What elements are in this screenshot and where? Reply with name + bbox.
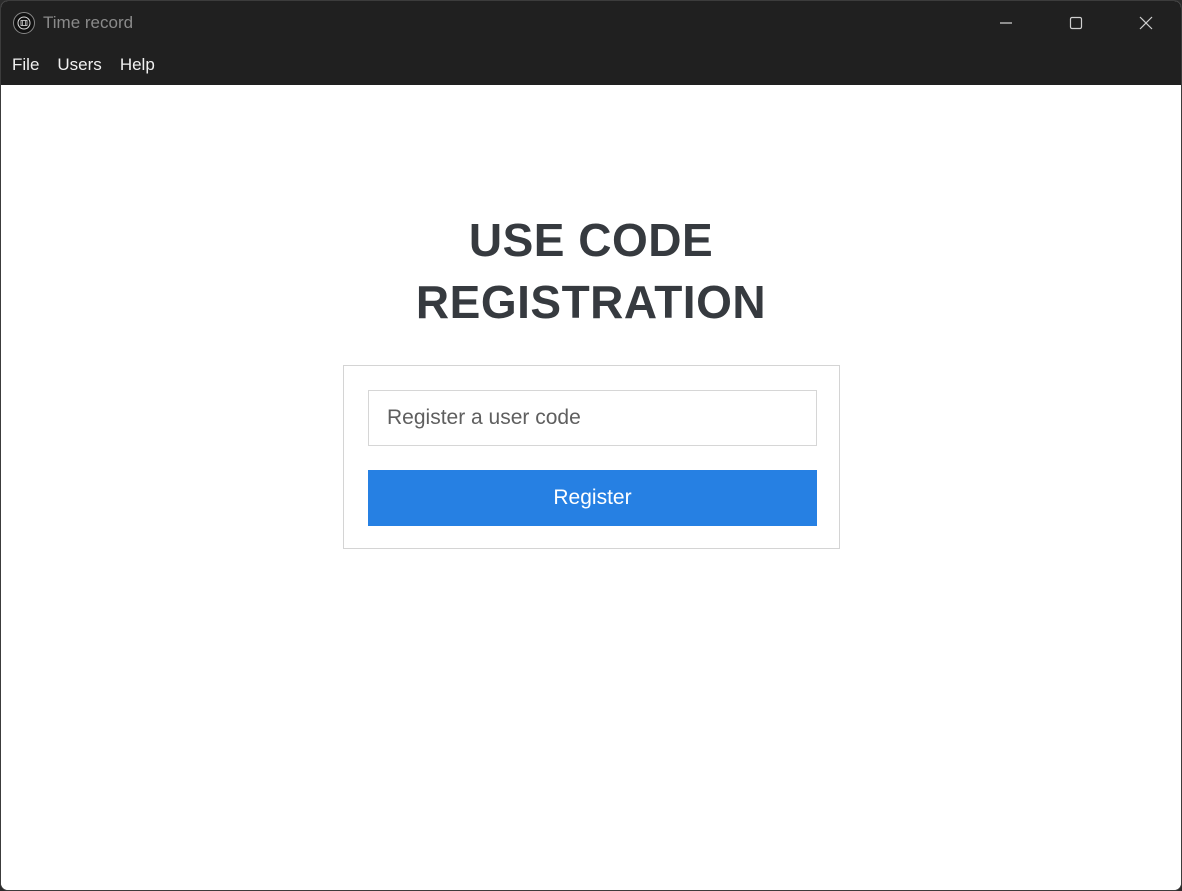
menu-bar: File Users Help [1,45,1181,85]
menu-users[interactable]: Users [48,45,110,85]
app-logo-icon [13,12,35,34]
minimize-icon [1000,22,1012,24]
register-button[interactable]: Register [368,470,817,526]
page-title-line-2: REGISTRATION [415,276,767,328]
menu-help[interactable]: Help [111,45,164,85]
maximize-icon [1069,16,1083,30]
window-title: Time record [43,13,134,32]
page-title: USE CODE REGISTRATION [1,209,1181,333]
maximize-button[interactable] [1041,1,1111,45]
close-button[interactable] [1111,1,1181,45]
main-content: USE CODE REGISTRATION Register [1,85,1181,890]
menu-file[interactable]: File [1,45,48,85]
window-controls [971,1,1181,45]
close-icon [1139,16,1153,30]
page-title-line-1: USE CODE [468,214,714,266]
title-bar[interactable]: Time record [1,1,1181,45]
app-window: Time record File Users Help USE CODE REG… [0,0,1182,891]
registration-card: Register [343,365,840,549]
minimize-button[interactable] [971,1,1041,45]
user-code-input[interactable] [368,390,817,446]
